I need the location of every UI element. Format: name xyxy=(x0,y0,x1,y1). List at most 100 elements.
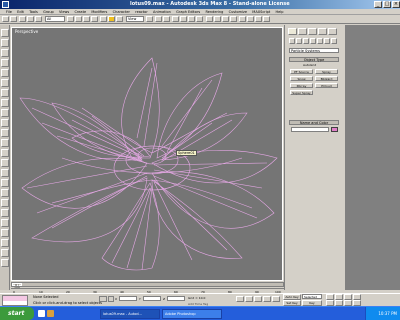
activeshade-icon[interactable] xyxy=(263,16,270,22)
selected-dropdown[interactable]: Selected xyxy=(302,294,322,299)
display-tab-icon[interactable] xyxy=(328,28,337,35)
z-coordinate-field[interactable] xyxy=(167,296,185,301)
region-select-icon[interactable] xyxy=(83,16,90,22)
systems-category-icon[interactable] xyxy=(331,38,337,44)
go-to-end-icon[interactable] xyxy=(272,296,280,302)
snaps-toggle-icon[interactable] xyxy=(172,16,179,22)
render-last-icon[interactable] xyxy=(255,16,262,22)
animation-tab-icon[interactable] xyxy=(1,179,9,187)
listener-input-line[interactable] xyxy=(3,296,27,301)
show-desktop-icon[interactable] xyxy=(38,310,45,317)
dynamics-tab-icon[interactable] xyxy=(1,89,9,97)
patch-grids-tab-icon[interactable] xyxy=(1,69,9,77)
select-by-name-icon[interactable] xyxy=(75,16,82,22)
spinner-snap-icon[interactable] xyxy=(196,16,203,22)
close-button[interactable]: × xyxy=(392,1,400,8)
link-icon[interactable] xyxy=(19,16,26,22)
motion-tab-icon[interactable] xyxy=(318,28,327,35)
system-tray-clock[interactable]: 10:37 PM xyxy=(365,307,400,320)
object-color-swatch[interactable] xyxy=(331,127,338,132)
shapes-tab-icon[interactable] xyxy=(1,39,9,47)
select-scale-icon[interactable] xyxy=(116,16,123,22)
maximize-button[interactable]: □ xyxy=(383,1,391,8)
bind-spacewarp-icon[interactable] xyxy=(35,16,42,22)
compounds-tab-icon[interactable] xyxy=(1,49,9,57)
angle-snap-icon[interactable] xyxy=(180,16,187,22)
spacewarps-category-icon[interactable] xyxy=(324,38,330,44)
super-spray-button[interactable]: Super Spray xyxy=(290,90,313,95)
mental-ray-tab-icon[interactable] xyxy=(1,199,9,207)
title-bar[interactable]: lotus09.max - Autodesk 3ds Max 8 - Stand… xyxy=(0,0,400,9)
particles-tab-icon[interactable] xyxy=(1,59,9,67)
spacewarps-tab-icon[interactable] xyxy=(1,129,9,137)
task-3dsmax[interactable]: lotus09.max - Autod... xyxy=(100,309,160,319)
folder-icon[interactable] xyxy=(47,310,54,317)
nurbs-tab-icon[interactable] xyxy=(1,79,9,87)
time-slider-track[interactable]: 0 / 100 xyxy=(11,282,284,290)
name-and-color-rollout[interactable]: Name and Color xyxy=(289,120,339,125)
next-frame-icon[interactable] xyxy=(263,296,271,302)
minimize-button[interactable]: _ xyxy=(374,1,382,8)
maxscript-listener[interactable] xyxy=(2,295,28,306)
parray-button[interactable]: PArray xyxy=(290,83,313,88)
extras-tab-icon[interactable] xyxy=(1,239,9,247)
selection-filter-select[interactable]: All xyxy=(45,16,65,22)
blizzard-button[interactable]: Blizzard xyxy=(315,76,338,81)
reactor-tab-icon[interactable] xyxy=(1,169,9,177)
redo-icon[interactable] xyxy=(10,16,17,22)
perspective-viewport[interactable]: Perspective Sphere01 xyxy=(11,27,283,281)
custom-tab-icon[interactable] xyxy=(1,249,9,257)
curve-editor-icon[interactable] xyxy=(214,16,221,22)
snow-button[interactable]: Snow xyxy=(290,76,313,81)
named-selection-icon[interactable] xyxy=(206,16,213,22)
rendering-tab-icon[interactable] xyxy=(1,159,9,167)
select-object-icon[interactable] xyxy=(67,16,74,22)
lock-selection-icon[interactable] xyxy=(99,296,107,302)
modeling-tab-icon[interactable] xyxy=(1,149,9,157)
scripts-tab-icon[interactable] xyxy=(1,259,9,267)
category-dropdown[interactable]: Particle Systems xyxy=(289,48,339,53)
create-tab-icon[interactable] xyxy=(288,28,297,35)
y-coordinate-field[interactable] xyxy=(143,296,161,301)
cameras-tab-icon[interactable] xyxy=(1,109,9,117)
hair-fur-tab-icon[interactable] xyxy=(1,219,9,227)
play-icon[interactable] xyxy=(254,296,262,302)
undo-icon[interactable] xyxy=(2,16,9,22)
task-photoshop[interactable]: Adobe Photoshop xyxy=(162,309,222,319)
lights-category-icon[interactable] xyxy=(303,38,309,44)
select-rotate-icon[interactable] xyxy=(108,16,115,22)
schematic-view-icon[interactable] xyxy=(222,16,229,22)
x-coordinate-field[interactable] xyxy=(119,296,137,301)
percent-snap-icon[interactable] xyxy=(188,16,195,22)
cameras-category-icon[interactable] xyxy=(310,38,316,44)
object-type-rollout[interactable]: Object Type xyxy=(289,57,339,62)
helpers-category-icon[interactable] xyxy=(317,38,323,44)
start-button[interactable]: start xyxy=(0,307,34,320)
helpers-tab-icon[interactable] xyxy=(1,119,9,127)
materials-tab-icon[interactable] xyxy=(1,209,9,217)
mirror-icon[interactable] xyxy=(155,16,162,22)
window-crossing-icon[interactable] xyxy=(91,16,98,22)
render-scene-icon[interactable] xyxy=(239,16,246,22)
time-slider-thumb[interactable]: 0 / 100 xyxy=(12,283,22,290)
pcloud-button[interactable]: PCloud xyxy=(315,83,338,88)
previous-frame-icon[interactable] xyxy=(245,296,253,302)
absolute-mode-icon[interactable] xyxy=(108,296,114,302)
autogrid-checkbox[interactable]: AutoGrid xyxy=(303,63,316,67)
geometry-category-icon[interactable] xyxy=(289,38,295,44)
app-icon[interactable] xyxy=(2,1,9,8)
pivot-center-icon[interactable] xyxy=(146,16,153,22)
lights-tab-icon[interactable] xyxy=(1,99,9,107)
go-to-start-icon[interactable] xyxy=(236,296,244,302)
modify-tab-icon[interactable] xyxy=(298,28,307,35)
select-move-icon[interactable] xyxy=(100,16,107,22)
cloth-tab-icon[interactable] xyxy=(1,229,9,237)
spray-button[interactable]: Spray xyxy=(315,69,338,74)
quick-render-icon[interactable] xyxy=(247,16,254,22)
pf-source-button[interactable]: PF Source xyxy=(290,69,313,74)
objects-tab-icon[interactable] xyxy=(1,29,9,37)
material-editor-icon[interactable] xyxy=(230,16,237,22)
character-tab-icon[interactable] xyxy=(1,189,9,197)
hierarchy-tab-icon[interactable] xyxy=(308,28,317,35)
shapes-category-icon[interactable] xyxy=(296,38,302,44)
